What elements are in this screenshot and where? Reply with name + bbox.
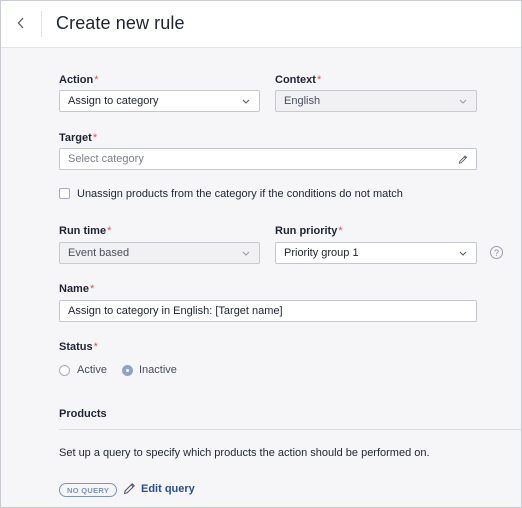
- context-label-text: Context: [275, 74, 316, 86]
- chevron-down-icon: [458, 96, 468, 106]
- create-rule-panel: Create new rule Action* Assign to catego…: [0, 0, 522, 508]
- unassign-checkbox-label: Unassign products from the category if t…: [77, 188, 403, 200]
- required-marker: *: [94, 74, 99, 86]
- status-active-radio[interactable]: [59, 365, 70, 376]
- unassign-checkbox[interactable]: [59, 188, 70, 199]
- action-select[interactable]: Assign to category: [59, 90, 260, 112]
- required-marker: *: [93, 341, 98, 353]
- edit-query-button[interactable]: Edit query: [123, 482, 195, 495]
- target-category-picker[interactable]: Select category: [59, 148, 477, 170]
- chevron-down-icon: [241, 96, 251, 106]
- run-priority-label-text: Run priority: [275, 225, 338, 237]
- required-marker: *: [107, 225, 112, 237]
- name-input-value: Assign to category in English: [Target n…: [68, 305, 283, 317]
- required-marker: *: [92, 132, 98, 144]
- name-label: Name*: [59, 283, 94, 295]
- action-select-value: Assign to category: [68, 95, 159, 107]
- page-title: Create new rule: [56, 13, 185, 33]
- name-label-text: Name: [59, 283, 89, 295]
- chevron-left-icon: [17, 17, 24, 29]
- context-label: Context*: [275, 74, 321, 86]
- target-placeholder: Select category: [68, 153, 144, 165]
- run-time-label-text: Run time: [59, 225, 107, 237]
- action-label-text: Action: [59, 74, 94, 86]
- run-time-label: Run time*: [59, 225, 111, 237]
- context-select[interactable]: English: [275, 90, 477, 112]
- pencil-icon[interactable]: [458, 154, 468, 164]
- back-button[interactable]: [11, 13, 31, 33]
- status-label: Status*: [59, 341, 98, 353]
- required-marker: *: [89, 283, 95, 295]
- run-time-select-value: Event based: [68, 247, 130, 259]
- run-priority-label: Run priority*: [275, 225, 343, 237]
- section-divider: [59, 429, 521, 430]
- run-priority-select[interactable]: Priority group 1: [275, 242, 477, 264]
- context-select-value: English: [284, 95, 321, 107]
- chevron-down-icon: [241, 248, 251, 258]
- status-active-label: Active: [77, 364, 107, 376]
- header-divider: [41, 11, 42, 37]
- chevron-down-icon: [458, 248, 468, 258]
- required-marker: *: [316, 74, 322, 86]
- query-status-badge: NO QUERY: [59, 483, 118, 497]
- pencil-icon: [123, 483, 135, 495]
- action-label: Action*: [59, 74, 99, 86]
- name-input[interactable]: Assign to category in English: [Target n…: [59, 300, 477, 322]
- run-time-select[interactable]: Event based: [59, 242, 260, 264]
- edit-query-label: Edit query: [141, 482, 195, 495]
- target-label: Target*: [59, 132, 97, 144]
- status-label-text: Status: [59, 341, 93, 353]
- products-section-title: Products: [59, 408, 107, 420]
- target-label-text: Target: [59, 132, 92, 144]
- status-inactive-radio[interactable]: [122, 365, 133, 376]
- status-inactive-label: Inactive: [139, 364, 177, 376]
- header: Create new rule: [1, 1, 521, 48]
- run-priority-select-value: Priority group 1: [284, 247, 359, 259]
- products-description: Set up a query to specify which products…: [59, 447, 430, 459]
- help-icon[interactable]: ?: [490, 246, 503, 259]
- required-marker: *: [338, 225, 343, 237]
